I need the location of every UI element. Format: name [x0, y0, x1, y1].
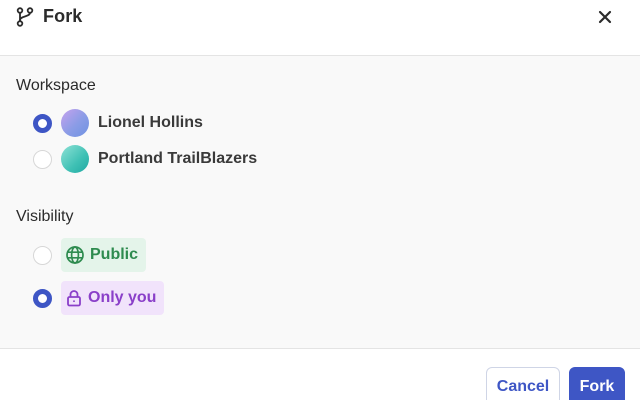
dialog-body: Workspace Lionel Hollins Portland TrailB… [0, 56, 640, 348]
workspace-label: Workspace [16, 77, 96, 94]
dialog-header: Fork [0, 0, 640, 56]
dialog-title: Fork [43, 6, 83, 26]
visibility-option-only-you[interactable]: Only you [0, 281, 640, 317]
avatar [61, 109, 89, 137]
workspace-option-lionel[interactable]: Lionel Hollins [0, 105, 640, 141]
radio-button[interactable] [33, 114, 52, 133]
workspace-name: Lionel Hollins [98, 114, 203, 131]
avatar [61, 145, 89, 173]
radio-button[interactable] [33, 246, 52, 265]
close-icon[interactable] [596, 8, 614, 26]
workspace-name: Portland TrailBlazers [98, 150, 258, 167]
visibility-option-public[interactable]: Public [0, 238, 640, 274]
globe-icon [66, 246, 84, 264]
public-label: Public [90, 246, 139, 263]
visibility-label: Visibility [16, 208, 74, 225]
cancel-button[interactable]: Cancel [486, 367, 560, 400]
only-you-label: Only you [88, 289, 157, 306]
radio-button[interactable] [33, 150, 52, 169]
radio-button[interactable] [33, 289, 52, 308]
fork-icon [16, 7, 34, 27]
workspace-option-portland[interactable]: Portland TrailBlazers [0, 142, 640, 178]
public-badge: Public [61, 238, 147, 272]
dialog-footer: Cancel Fork [0, 348, 640, 400]
only-you-badge: Only you [61, 281, 165, 315]
lock-icon [67, 290, 81, 307]
fork-button[interactable]: Fork [569, 367, 625, 400]
